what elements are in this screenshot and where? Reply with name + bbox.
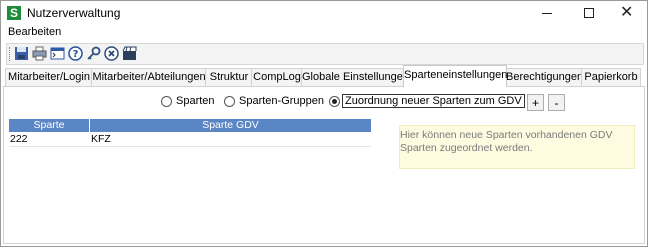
close-button[interactable]: ✕ [607, 1, 647, 25]
tab-mitarbeiter-login[interactable]: Mitarbeiter/Login [5, 68, 93, 86]
option-sparten-gruppen[interactable]: Sparten-Gruppen [224, 94, 324, 110]
info-text-content: Hier können neue Sparten vorhandenen GDV… [400, 129, 613, 154]
minimize-icon [542, 13, 552, 14]
tab-strip: Mitarbeiter/Login Mitarbeiter/Abteilunge… [1, 65, 647, 87]
window-title: Nutzerverwaltung [27, 6, 121, 20]
minimize-button[interactable] [527, 1, 567, 25]
column-header-sparte[interactable]: Sparte [9, 119, 89, 132]
cancel-icon[interactable] [104, 46, 119, 61]
info-box: Hier können neue Sparten vorhandenen GDV… [399, 125, 635, 169]
maximize-button[interactable] [569, 1, 609, 25]
console-icon[interactable] [50, 46, 65, 61]
close-icon: ✕ [620, 4, 634, 21]
tab-papierkorb[interactable]: Papierkorb [581, 68, 641, 86]
toolbar-grip[interactable] [9, 47, 12, 61]
tab-sparteneinstellungen[interactable]: Sparteneinstellungen [403, 65, 507, 87]
tab-mitarbeiter-abteilungen[interactable]: Mitarbeiter/Abteilungen [91, 68, 207, 86]
radio-sparten-gruppen-label: Sparten-Gruppen [239, 95, 324, 107]
help-icon[interactable]: ? [68, 46, 83, 61]
menu-bearbeiten[interactable]: Bearbeiten [8, 26, 61, 38]
radio-sparten-gruppen[interactable] [224, 96, 235, 107]
maximize-icon [584, 8, 594, 18]
svg-text:?: ? [73, 49, 79, 60]
tab-globale-einstellungen[interactable]: Globale Einstellungen [301, 68, 409, 86]
table-row[interactable]: 222 KFZ [9, 132, 371, 147]
option-zuordnung-gdv[interactable]: Zuordnung neuer Sparten zum GDV [329, 94, 525, 110]
save-icon[interactable] [14, 46, 29, 61]
table-header: Sparte Sparte GDV [9, 119, 371, 132]
print-icon[interactable] [32, 46, 47, 61]
radio-sparten[interactable] [161, 96, 172, 107]
column-header-sparte-gdv[interactable]: Sparte GDV [90, 119, 371, 132]
radio-zuordnung-gdv[interactable] [329, 96, 340, 107]
clapperboard-icon[interactable] [122, 46, 137, 61]
tab-struktur[interactable]: Struktur [205, 68, 253, 86]
tab-berechtigungen[interactable]: Berechtigungen [505, 68, 583, 86]
remove-button[interactable]: - [548, 94, 565, 111]
sparten-gdv-table: Sparte Sparte GDV 222 KFZ [9, 119, 371, 147]
add-button[interactable]: + [527, 94, 544, 111]
option-sparten[interactable]: Sparten [161, 94, 221, 110]
key-icon[interactable] [86, 46, 101, 61]
tab-complog[interactable]: CompLog [251, 68, 303, 86]
toolbar: ? [6, 43, 644, 65]
info-text: Hier können neue Sparten vorhandenen GDV… [400, 129, 634, 154]
cell-sparte[interactable]: 222 [9, 132, 89, 146]
cell-sparte-gdv[interactable]: KFZ [90, 132, 371, 146]
app-logo-icon: S [7, 6, 21, 20]
title-bar[interactable]: S Nutzerverwaltung ✕ [1, 1, 647, 25]
user-management-window: S Nutzerverwaltung ✕ Bearbeiten ? Mitarb… [0, 0, 648, 247]
menu-bar: Bearbeiten [1, 25, 647, 41]
radio-zuordnung-gdv-label: Zuordnung neuer Sparten zum GDV [342, 94, 525, 108]
radio-sparten-label: Sparten [176, 95, 215, 107]
